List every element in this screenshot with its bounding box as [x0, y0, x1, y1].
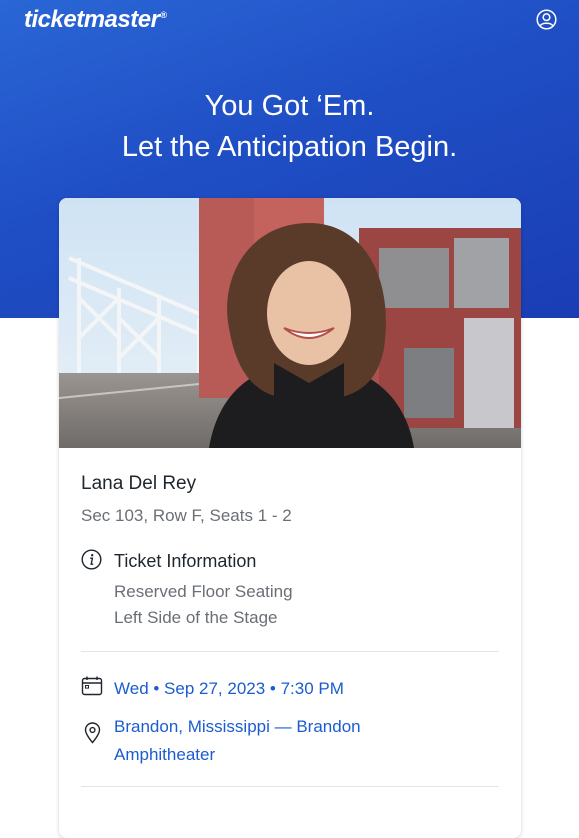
ticketmaster-logo[interactable]: ticketmaster®: [24, 6, 167, 34]
confirmation-headline: You Got ‘Em. Let the Anticipation Begin.: [0, 86, 579, 168]
logo-registered-mark: ®: [160, 10, 167, 20]
logo-text: ticketmaster: [24, 6, 160, 33]
headline-line-1: You Got ‘Em.: [204, 90, 375, 122]
ticket-card: Lana Del Rey Sec 103, Row F, Seats 1 - 2…: [59, 198, 521, 838]
location-pin-icon: [84, 722, 101, 744]
calendar-icon: [81, 675, 103, 697]
ticket-info-side: Left Side of the Stage: [114, 608, 278, 627]
ticket-info-seating: Reserved Floor Seating: [114, 582, 293, 601]
ticket-info-label: Ticket Information: [114, 551, 257, 571]
divider: [81, 651, 499, 652]
account-icon[interactable]: [536, 9, 557, 30]
event-date-link[interactable]: Wed • Sep 27, 2023 • 7:30 PM: [114, 679, 344, 699]
divider: [81, 786, 499, 787]
artist-name: Lana Del Rey: [81, 473, 197, 494]
info-icon: [81, 549, 102, 570]
headline-line-2: Let the Anticipation Begin.: [121, 131, 458, 163]
artist-photo: [59, 198, 521, 448]
seat-details: Sec 103, Row F, Seats 1 - 2: [81, 506, 292, 525]
venue-link[interactable]: Brandon, Mississippi — Brandon Amphithea…: [114, 713, 414, 769]
